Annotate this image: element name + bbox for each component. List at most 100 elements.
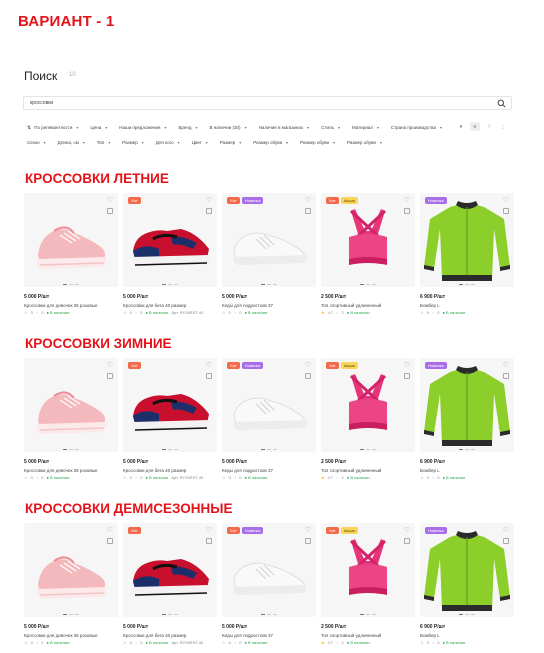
heart-icon[interactable]: ♡	[503, 362, 509, 369]
image-pager[interactable]	[123, 614, 217, 615]
product-name[interactable]: Кеды для подростков 37	[222, 303, 316, 308]
compare-icon[interactable]	[305, 538, 311, 544]
image-pager[interactable]	[420, 449, 514, 450]
compare-icon[interactable]	[305, 208, 311, 214]
product-card[interactable]: Хит Акция ♡ 2 500 Р/шт Топ спортивный удл…	[321, 523, 415, 645]
compare-icon[interactable]	[107, 373, 113, 379]
view-compact-icon[interactable]: ⋮	[498, 122, 508, 131]
image-pager[interactable]	[24, 449, 118, 450]
product-card[interactable]: Хит Новинка ♡ 5 000 Р/шт Кеды для подрост…	[222, 193, 316, 315]
product-name[interactable]: Бомбер L	[420, 633, 514, 638]
product-image[interactable]: Хит ♡	[123, 523, 217, 617]
product-card[interactable]: Хит Новинка ♡ 5 000 Р/шт Кеды для подрост…	[222, 523, 316, 645]
view-list-icon[interactable]: ≡	[470, 122, 480, 131]
product-image[interactable]: Новинка ♡	[420, 358, 514, 452]
view-columns-icon[interactable]: ⦙	[484, 122, 494, 131]
compare-icon[interactable]	[206, 208, 212, 214]
filter-dropdown[interactable]: В наличии (30) ▾	[208, 120, 249, 135]
filter-dropdown[interactable]: Цена ▾	[88, 120, 109, 135]
product-image[interactable]: Новинка ♡	[420, 193, 514, 287]
product-name[interactable]: Кроссовки для бега 40 размер	[123, 303, 217, 308]
filter-dropdown[interactable]: Размер обуви ▾	[345, 135, 384, 150]
image-pager[interactable]	[321, 614, 415, 615]
compare-icon[interactable]	[404, 538, 410, 544]
product-image[interactable]: Хит Акция ♡	[321, 193, 415, 287]
product-card[interactable]: Новинка ♡ 6 900 Р/шт Бомбер L ☆ 0 ◌ 0 ● В на…	[420, 523, 514, 645]
image-pager[interactable]	[123, 284, 217, 285]
product-card[interactable]: Новинка ♡ 6 900 Р/шт Бомбер L ☆ 0 ◌ 0 ● В на…	[420, 193, 514, 315]
filter-dropdown[interactable]: Тип ▾	[95, 135, 113, 150]
search-icon[interactable]	[497, 99, 506, 108]
product-name[interactable]: Кеды для подростков 37	[222, 633, 316, 638]
product-image[interactable]: Хит Акция ♡	[321, 358, 415, 452]
filter-dropdown[interactable]: ⇅ По релевантности ▾	[25, 120, 80, 135]
image-pager[interactable]	[420, 284, 514, 285]
image-pager[interactable]	[24, 614, 118, 615]
filter-dropdown[interactable]: Размер обуви ▾	[251, 135, 290, 150]
view-tiles-icon[interactable]: ⏸	[456, 122, 466, 131]
heart-icon[interactable]: ♡	[305, 527, 311, 534]
heart-icon[interactable]: ♡	[305, 197, 311, 204]
filter-dropdown[interactable]: Страна производства ▾	[389, 120, 444, 135]
image-pager[interactable]	[321, 284, 415, 285]
heart-icon[interactable]: ♡	[206, 527, 212, 534]
heart-icon[interactable]: ♡	[404, 197, 410, 204]
product-card[interactable]: ♡ 5 000 Р/шт Кроссовки для девочек 25 ро…	[24, 523, 118, 645]
compare-icon[interactable]	[503, 373, 509, 379]
filter-dropdown[interactable]: Сезон ▾	[25, 135, 48, 150]
product-name[interactable]: Бомбер L	[420, 303, 514, 308]
heart-icon[interactable]: ♡	[107, 197, 113, 204]
filter-dropdown[interactable]: Цвет ▾	[190, 135, 210, 150]
product-name[interactable]: Топ спортивный удлиненный	[321, 633, 415, 638]
compare-icon[interactable]	[305, 373, 311, 379]
product-image[interactable]: Хит Новинка ♡	[222, 193, 316, 287]
product-name[interactable]: Кроссовки для бега 40 размер	[123, 633, 217, 638]
filter-dropdown[interactable]: Размер ▾	[120, 135, 145, 150]
product-image[interactable]: ♡	[24, 358, 118, 452]
filter-dropdown[interactable]: Размер ▾	[218, 135, 243, 150]
product-name[interactable]: Кроссовки для девочек 25 розовые	[24, 468, 118, 473]
filter-dropdown[interactable]: Материал ▾	[350, 120, 381, 135]
product-image[interactable]: Хит ♡	[123, 358, 217, 452]
product-name[interactable]: Топ спортивный удлиненный	[321, 468, 415, 473]
compare-icon[interactable]	[503, 208, 509, 214]
filter-dropdown[interactable]: Для кого ▾	[154, 135, 182, 150]
product-image[interactable]: ♡	[24, 523, 118, 617]
image-pager[interactable]	[222, 284, 316, 285]
product-image[interactable]: Хит Акция ♡	[321, 523, 415, 617]
product-card[interactable]: Хит ♡ 5 000 Р/шт Кроссовки для бега 40 р…	[123, 358, 217, 480]
product-name[interactable]: Топ спортивный удлиненный	[321, 303, 415, 308]
filter-dropdown[interactable]: Наши предложения ▾	[117, 120, 168, 135]
product-card[interactable]: Хит ♡ 5 000 Р/шт Кроссовки для бега 40 р…	[123, 523, 217, 645]
product-card[interactable]: Новинка ♡ 6 900 Р/шт Бомбер L ☆ 0 ◌ 0 ● В на…	[420, 358, 514, 480]
product-card[interactable]: Хит Акция ♡ 2 500 Р/шт Топ спортивный удл…	[321, 193, 415, 315]
heart-icon[interactable]: ♡	[305, 362, 311, 369]
product-name[interactable]: Кроссовки для бега 40 размер	[123, 468, 217, 473]
compare-icon[interactable]	[404, 373, 410, 379]
product-card[interactable]: Хит Акция ♡ 2 500 Р/шт Топ спортивный удл…	[321, 358, 415, 480]
compare-icon[interactable]	[107, 208, 113, 214]
filter-dropdown[interactable]: Стиль ▾	[319, 120, 342, 135]
product-card[interactable]: Хит Новинка ♡ 5 000 Р/шт Кеды для подрост…	[222, 358, 316, 480]
product-name[interactable]: Кроссовки для девочек 25 розовые	[24, 303, 118, 308]
heart-icon[interactable]: ♡	[206, 362, 212, 369]
product-card[interactable]: Хит ♡ 5 000 Р/шт Кроссовки для бега 40 р…	[123, 193, 217, 315]
filter-dropdown[interactable]: Размер обуви ▾	[298, 135, 337, 150]
product-name[interactable]: Кеды для подростков 37	[222, 468, 316, 473]
image-pager[interactable]	[222, 614, 316, 615]
image-pager[interactable]	[222, 449, 316, 450]
heart-icon[interactable]: ♡	[206, 197, 212, 204]
product-name[interactable]: Бомбер L	[420, 468, 514, 473]
product-card[interactable]: ♡ 5 000 Р/шт Кроссовки для девочек 25 ро…	[24, 358, 118, 480]
product-image[interactable]: Хит ♡	[123, 193, 217, 287]
heart-icon[interactable]: ♡	[404, 362, 410, 369]
compare-icon[interactable]	[503, 538, 509, 544]
compare-icon[interactable]	[206, 538, 212, 544]
compare-icon[interactable]	[206, 373, 212, 379]
product-image[interactable]: ♡	[24, 193, 118, 287]
heart-icon[interactable]: ♡	[404, 527, 410, 534]
heart-icon[interactable]: ♡	[503, 527, 509, 534]
image-pager[interactable]	[321, 449, 415, 450]
image-pager[interactable]	[420, 614, 514, 615]
product-card[interactable]: ♡ 5 000 Р/шт Кроссовки для девочек 25 ро…	[24, 193, 118, 315]
